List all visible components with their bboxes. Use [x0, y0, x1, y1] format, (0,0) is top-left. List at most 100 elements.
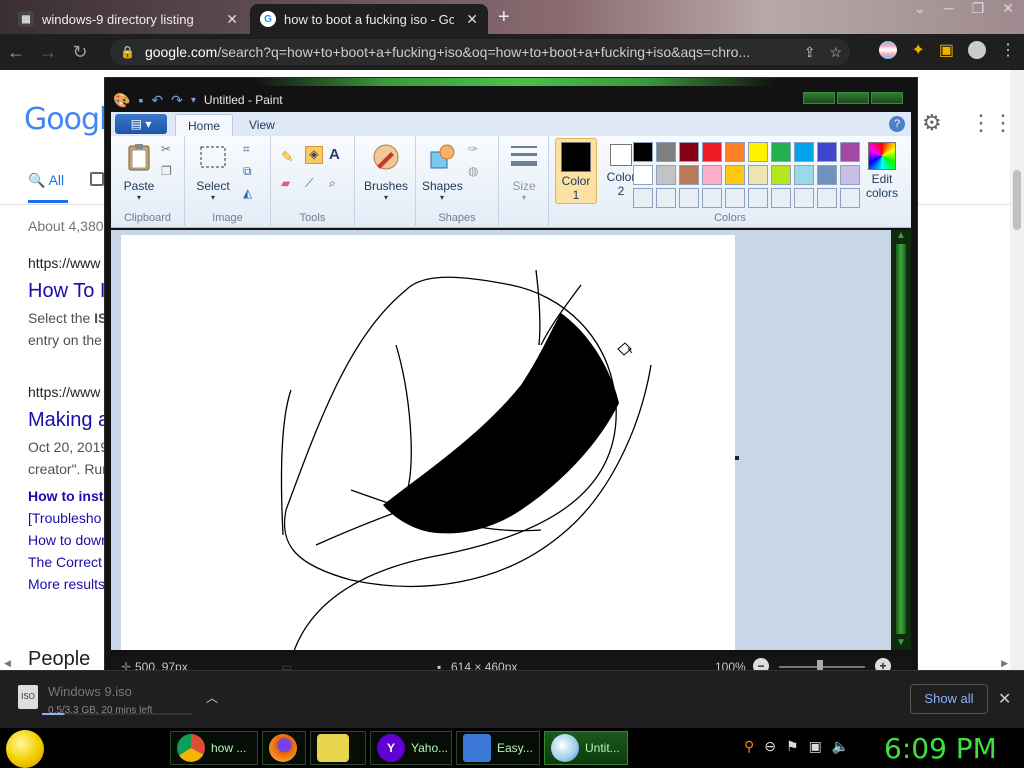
iso-file-icon[interactable]: ISO: [18, 685, 38, 709]
apps-grid-icon[interactable]: ⋮⋮: [970, 110, 1014, 136]
crop-icon[interactable]: ⌗: [243, 142, 261, 160]
scroll-left-icon[interactable]: ◀: [4, 658, 11, 669]
paint-title-bar[interactable]: 🎨 ▪ ↶ ↷ ▾ Untitled - Paint: [105, 88, 917, 112]
restore-icon[interactable]: ❐: [972, 0, 985, 17]
bookmark-star-icon[interactable]: ☆: [829, 44, 842, 61]
network-icon[interactable]: ▣: [809, 738, 822, 755]
color-swatch[interactable]: [633, 188, 653, 208]
sub-link[interactable]: The Correct: [28, 554, 102, 570]
quick-access-dropdown-icon[interactable]: ▾: [191, 95, 196, 106]
scroll-thumb[interactable]: [896, 244, 906, 634]
help-icon[interactable]: ?: [889, 116, 905, 132]
close-tab-icon[interactable]: ✕: [226, 11, 238, 28]
color-swatch[interactable]: [840, 142, 860, 162]
canvas-vertical-scrollbar[interactable]: ▲ ▼: [891, 230, 911, 650]
start-button[interactable]: [6, 730, 44, 768]
show-all-button[interactable]: Show all: [910, 684, 988, 714]
color-swatch[interactable]: [702, 165, 722, 185]
color-swatch[interactable]: [794, 188, 814, 208]
color-swatch[interactable]: [725, 165, 745, 185]
kebab-menu-icon[interactable]: ⋮: [1000, 40, 1016, 60]
flag-icon[interactable]: ⚑: [786, 738, 799, 755]
close-button[interactable]: [871, 92, 903, 104]
shapes-button[interactable]: Shapes ▾: [422, 142, 463, 202]
resize-handle[interactable]: [735, 456, 739, 460]
color-swatch[interactable]: [725, 188, 745, 208]
color-swatch[interactable]: [771, 188, 791, 208]
sidebar-icon[interactable]: ▣: [939, 40, 954, 60]
search-icon[interactable]: ⚲: [744, 738, 754, 755]
address-bar[interactable]: 🔒 google.com/search?q=how+to+boot+a+fuck…: [110, 39, 850, 65]
back-icon[interactable]: ←: [0, 42, 32, 63]
new-tab-icon[interactable]: +: [498, 6, 510, 29]
reload-icon[interactable]: ↻: [64, 42, 96, 63]
tab-windows-9-directory[interactable]: ▦ windows-9 directory listing ✕: [8, 4, 248, 34]
tab-google-search[interactable]: G how to boot a fucking iso - Goo ✕: [250, 4, 488, 34]
scroll-right-icon[interactable]: ▶: [1001, 658, 1008, 669]
edit-colors-button[interactable]: Edit colors: [861, 142, 903, 200]
scroll-down-icon[interactable]: ▼: [896, 637, 906, 648]
color1-button[interactable]: Color 1: [555, 138, 597, 204]
forward-icon[interactable]: →: [32, 42, 64, 63]
color-swatch[interactable]: [748, 165, 768, 185]
redo-icon[interactable]: ↷: [171, 92, 183, 109]
copy-icon[interactable]: ❐: [161, 164, 179, 182]
color-swatch[interactable]: [771, 165, 791, 185]
color-swatch[interactable]: [702, 142, 722, 162]
close-tab-icon[interactable]: ✕: [466, 11, 478, 28]
color-swatch[interactable]: [679, 165, 699, 185]
save-icon[interactable]: ▪: [138, 92, 143, 108]
color-swatch[interactable]: [771, 142, 791, 162]
undo-icon[interactable]: ↶: [151, 92, 163, 109]
file-menu-button[interactable]: ▤ ▾: [115, 114, 167, 134]
scroll-thumb[interactable]: [1013, 170, 1021, 230]
color-swatch[interactable]: [679, 188, 699, 208]
download-filename[interactable]: Windows 9.iso: [48, 684, 132, 699]
chevron-down-icon[interactable]: ⌄: [914, 0, 926, 17]
color-swatch[interactable]: [817, 188, 837, 208]
color-swatch[interactable]: [840, 188, 860, 208]
sub-link[interactable]: [Troublesho: [28, 510, 101, 526]
magnifier-icon[interactable]: ⌕: [329, 176, 347, 194]
tab-view[interactable]: View: [237, 114, 287, 136]
scroll-up-icon[interactable]: ▲: [896, 230, 906, 241]
taskbar-item-chrome[interactable]: how ...: [170, 731, 258, 765]
pencil-icon[interactable]: ✎: [281, 148, 299, 166]
text-icon[interactable]: A: [329, 146, 347, 164]
color-swatch[interactable]: [725, 142, 745, 162]
color-swatch[interactable]: [840, 165, 860, 185]
color-picker-icon[interactable]: ⟋: [305, 176, 323, 194]
cut-icon[interactable]: ✂: [161, 142, 179, 160]
color-swatch[interactable]: [656, 188, 676, 208]
lock-icon[interactable]: 🔒: [120, 45, 135, 59]
result-url[interactable]: https://www: [28, 384, 100, 400]
color-swatch[interactable]: [748, 142, 768, 162]
profile-avatar-icon[interactable]: [968, 41, 986, 59]
resize-icon[interactable]: ⧉: [243, 164, 261, 182]
color-swatch[interactable]: [702, 188, 722, 208]
vertical-scrollbar[interactable]: [1010, 70, 1024, 670]
chevron-up-icon[interactable]: ︿: [206, 689, 218, 706]
color-swatch[interactable]: [633, 165, 653, 185]
color-swatch[interactable]: [817, 165, 837, 185]
canvas-workspace[interactable]: [111, 230, 891, 650]
result-url[interactable]: https://www: [28, 255, 100, 271]
maximize-button[interactable]: [837, 92, 869, 104]
eraser-icon[interactable]: ▰: [281, 176, 299, 194]
taskbar-item-yahoo[interactable]: Y Yaho...: [370, 731, 452, 765]
color-swatch[interactable]: [748, 188, 768, 208]
extension-flag-icon[interactable]: [879, 41, 898, 59]
fill-icon[interactable]: ◍: [468, 164, 486, 182]
brushes-button[interactable]: Brushes ▾: [361, 142, 411, 202]
gear-icon[interactable]: ⚙: [922, 110, 942, 136]
tab-home[interactable]: Home: [175, 114, 234, 136]
taskbar-item-paint[interactable]: Untit...: [544, 731, 628, 765]
color-swatch[interactable]: [817, 142, 837, 162]
close-download-bar-icon[interactable]: ✕: [998, 689, 1011, 709]
close-window-icon[interactable]: ✕: [1002, 0, 1014, 17]
sub-link[interactable]: More results: [28, 576, 105, 592]
taskbar-item-easy[interactable]: Easy...: [456, 731, 540, 765]
result-title[interactable]: Making a: [28, 409, 109, 432]
taskbar-item-explorer[interactable]: [310, 731, 366, 765]
tab-all[interactable]: 🔍 All: [28, 172, 69, 203]
